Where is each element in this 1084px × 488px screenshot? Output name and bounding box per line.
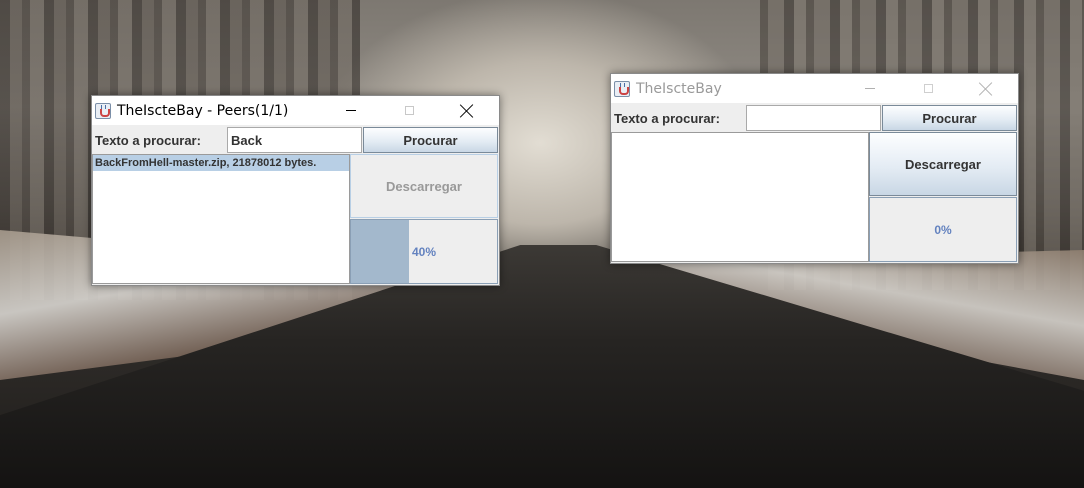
java-app-icon [95,102,111,119]
search-input[interactable] [746,105,881,131]
java-app-icon [614,80,630,97]
search-label: Texto a procurar: [614,110,720,126]
maximize-icon [923,84,933,93]
progress-text: 40% [411,244,437,259]
results-list[interactable]: BackFromHell-master.zip, 21878012 bytes. [92,154,350,284]
close-button[interactable] [963,74,1009,103]
close-icon [979,82,993,96]
close-button[interactable] [444,96,490,125]
close-icon [460,104,474,118]
list-item[interactable]: BackFromHell-master.zip, 21878012 bytes. [93,155,349,171]
download-button[interactable]: Descarregar [869,132,1017,196]
search-label: Texto a procurar: [95,132,201,148]
minimize-button[interactable] [847,74,893,103]
title-bar[interactable]: TheIscteBay - Peers(1/1) [92,96,499,125]
download-progress-bar: 0% [869,197,1017,262]
maximize-button[interactable] [386,96,432,125]
download-progress-bar: 40% [350,219,498,284]
minimize-button[interactable] [328,96,374,125]
search-button[interactable]: Procurar [363,127,498,153]
minimize-icon [346,110,356,111]
results-list[interactable] [611,132,869,262]
window-title: TheIscteBay [636,80,722,97]
progress-text: 0% [934,222,952,237]
search-input[interactable] [227,127,362,153]
maximize-icon [404,106,414,115]
download-button[interactable]: Descarregar [350,154,498,218]
search-button[interactable]: Procurar [882,105,1017,131]
title-bar[interactable]: TheIscteBay [611,74,1018,103]
maximize-button[interactable] [905,74,951,103]
main-window: TheIscteBay Texto a procurar: Procurar D… [610,73,1019,264]
peers-window: TheIscteBay - Peers(1/1) Texto a procura… [91,95,500,286]
minimize-icon [865,88,875,89]
window-title: TheIscteBay - Peers(1/1) [117,102,289,119]
